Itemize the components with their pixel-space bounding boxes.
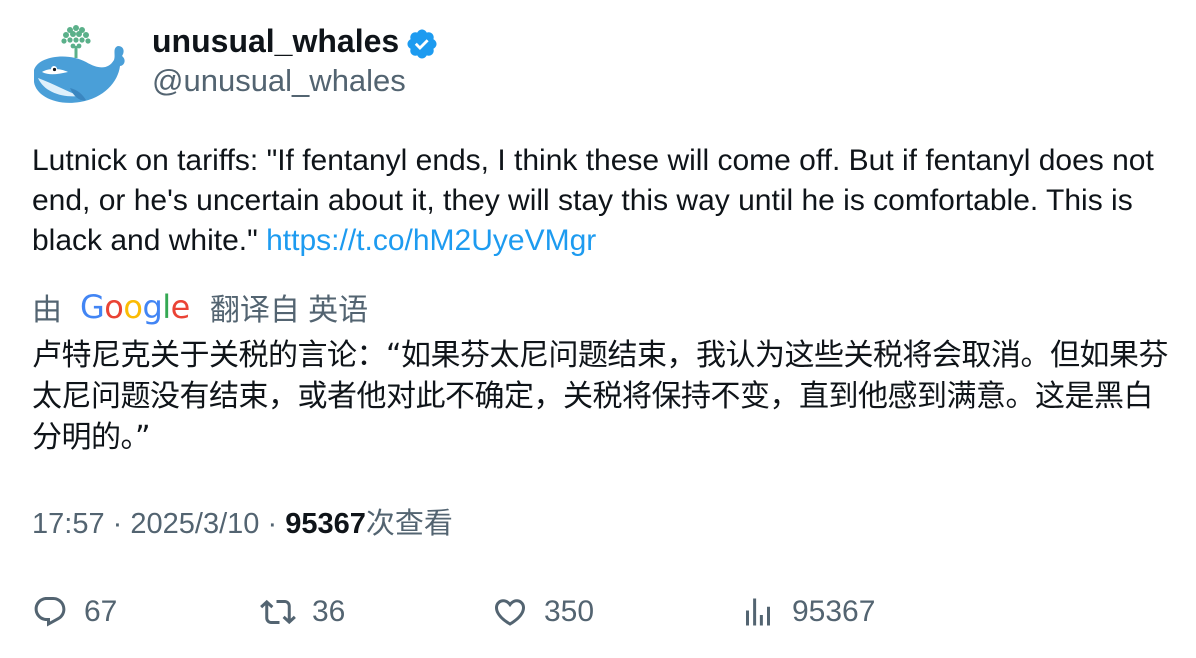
action-bar: 67 36 350 95367 <box>0 590 1196 634</box>
translation-source-link[interactable]: 翻译自 英语 <box>210 285 368 329</box>
heart-icon <box>494 599 526 626</box>
tweet-date[interactable]: 2025/3/10 <box>130 508 259 540</box>
like-count: 350 <box>544 595 595 628</box>
translated-text: 卢特尼克关于关税的言论：“如果芬太尼问题结束，我认为这些关税将会取消。但如果芬太… <box>32 338 1169 455</box>
reply-icon <box>34 597 66 627</box>
views-label: 次查看 <box>365 508 453 540</box>
avatar[interactable] <box>28 22 128 116</box>
author-handle[interactable]: @unusual_whales <box>152 62 406 100</box>
tweet-time[interactable]: 17:57 <box>32 508 105 540</box>
meta-separator: · <box>112 508 123 540</box>
like-button[interactable]: 350 <box>492 590 594 634</box>
google-logo: Google <box>80 288 190 326</box>
reply-count: 67 <box>84 595 118 628</box>
tweet-meta: 17:57 · 2025/3/10 · 95367次查看 <box>32 504 453 544</box>
translation-by-label: 由 <box>32 294 62 327</box>
whale-logo-icon <box>34 25 125 103</box>
translation-attribution: 由 Google 翻译自 英语 <box>32 287 368 327</box>
views-button[interactable]: 95367 <box>740 590 875 634</box>
reply-button[interactable]: 67 <box>32 590 117 634</box>
views-action-count: 95367 <box>792 595 876 628</box>
tweet-link[interactable]: https://t.co/hM2UyeVMgr <box>266 224 596 257</box>
analytics-icon <box>746 598 770 626</box>
verified-badge-icon <box>407 29 437 59</box>
display-name[interactable]: unusual_whales <box>152 22 399 60</box>
retweet-button[interactable]: 36 <box>260 590 345 634</box>
retweet-count: 36 <box>312 595 346 628</box>
meta-separator: · <box>267 508 278 540</box>
retweet-icon <box>260 599 296 625</box>
views-count: 95367 <box>285 508 366 540</box>
tweet-text: Lutnick on tariffs: "If fentanyl ends, I… <box>32 141 1172 261</box>
